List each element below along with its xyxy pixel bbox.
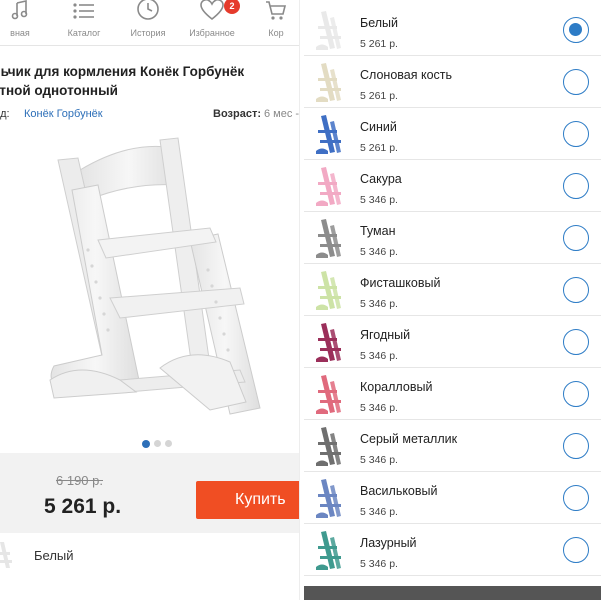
color-swatch-thumbnail: [314, 10, 344, 52]
color-option-row[interactable]: Васильковый 5 346 р.: [304, 472, 601, 524]
color-option-row[interactable]: Лазурный 5 346 р.: [304, 524, 601, 576]
color-option-radio[interactable]: [563, 329, 589, 355]
color-option-row[interactable]: Туман 5 346 р.: [304, 212, 601, 264]
color-option-name: Васильковый: [360, 484, 438, 498]
selected-color-label: Белый: [34, 548, 74, 563]
color-option-radio[interactable]: [563, 17, 589, 43]
music-note-icon: [6, 0, 34, 24]
color-option-price: 5 261 р.: [360, 142, 398, 154]
heart-icon: [198, 0, 226, 24]
color-option-price: 5 346 р.: [360, 350, 398, 362]
color-option-price: 5 346 р.: [360, 506, 398, 518]
gallery-dot[interactable]: [165, 440, 172, 447]
tab-cart[interactable]: Кор: [244, 0, 299, 46]
tab-catalog[interactable]: Каталог: [52, 0, 116, 46]
color-option-radio[interactable]: [563, 173, 589, 199]
current-price: 5 261 р.: [44, 495, 122, 518]
color-option-price: 5 346 р.: [360, 402, 398, 414]
color-option-name: Ягодный: [360, 328, 411, 342]
color-option-radio[interactable]: [563, 537, 589, 563]
history-clock-icon: [134, 0, 162, 24]
tab-label: Каталог: [67, 28, 101, 38]
color-option-price: 5 261 р.: [360, 38, 398, 50]
color-option-radio[interactable]: [563, 485, 589, 511]
color-option-name: Фисташковый: [360, 276, 441, 290]
color-option-price: 5 261 р.: [360, 90, 398, 102]
cart-icon: [262, 0, 290, 24]
old-price: 6 190 р.: [56, 473, 103, 488]
tab-label: История: [130, 28, 166, 38]
color-swatch-thumbnail: [314, 322, 344, 364]
favorites-count-badge: 2: [224, 0, 240, 14]
color-option-price: 5 346 р.: [360, 558, 398, 570]
age-value: 6 мес -: [264, 108, 299, 120]
color-option-radio[interactable]: [563, 433, 589, 459]
color-option-radio[interactable]: [563, 225, 589, 251]
product-title-line: льчик для кормления Конёк Горбунёк: [0, 64, 245, 79]
color-swatch-thumbnail: [314, 478, 344, 520]
tab-label: вная: [10, 28, 30, 38]
color-option-radio[interactable]: [563, 121, 589, 147]
color-swatch-thumbnail: [314, 270, 344, 312]
selected-color-thumbnail: [0, 540, 14, 570]
color-option-radio[interactable]: [563, 381, 589, 407]
buy-button[interactable]: Купить: [196, 481, 299, 519]
color-swatch-thumbnail: [314, 218, 344, 260]
color-option-price: 5 346 р.: [360, 298, 398, 310]
color-option-row[interactable]: Коралловый 5 346 р.: [304, 368, 601, 420]
color-option-name: Синий: [360, 120, 397, 134]
brand-link[interactable]: Конёк Горбунёк: [24, 108, 103, 120]
product-image[interactable]: [40, 130, 280, 435]
color-option-row[interactable]: Синий 5 261 р.: [304, 108, 601, 160]
tab-main[interactable]: вная: [0, 0, 52, 46]
color-swatch-thumbnail: [314, 374, 344, 416]
color-option-row[interactable]: Слоновая кость 5 261 р.: [304, 56, 601, 108]
age-label: Возраст:: [213, 108, 261, 120]
color-option-row[interactable]: Сакура 5 346 р.: [304, 160, 601, 212]
color-option-radio[interactable]: [563, 277, 589, 303]
color-option-row[interactable]: Серый металлик 5 346 р.: [304, 420, 601, 472]
bottom-tab-bar: вная Каталог История 2 Избранное Кор: [0, 0, 299, 46]
color-option-name: Лазурный: [360, 536, 417, 550]
color-option-name: Сакура: [360, 172, 402, 186]
catalog-list-icon: [70, 0, 98, 24]
color-option-name: Туман: [360, 224, 396, 238]
tab-favorites[interactable]: 2 Избранное: [180, 0, 244, 46]
product-title: льчик для кормления Конёк Горбунёк етной…: [0, 62, 299, 100]
color-option-row[interactable]: Фисташковый 5 346 р.: [304, 264, 601, 316]
color-swatch-thumbnail: [314, 166, 344, 208]
bottom-bar: [304, 586, 601, 600]
color-swatch-thumbnail: [314, 114, 344, 156]
color-option-radio[interactable]: [563, 69, 589, 95]
gallery-pagination[interactable]: [142, 439, 172, 448]
color-option-name: Серый металлик: [360, 432, 458, 446]
color-option-row[interactable]: Белый 5 261 р.: [304, 4, 601, 56]
tab-history[interactable]: История: [116, 0, 180, 46]
color-picker-panel: Белый 5 261 р. Слоновая кость 5 261 р. Синий…: [304, 0, 601, 600]
color-swatch-thumbnail: [314, 62, 344, 104]
gallery-dot-active[interactable]: [142, 439, 150, 448]
buy-bar: 6 190 р. 5 261 р. Купить: [0, 453, 299, 533]
selected-color-row[interactable]: Белый: [0, 540, 299, 572]
gallery-dot[interactable]: [154, 440, 161, 447]
color-option-price: 5 346 р.: [360, 454, 398, 466]
brand-label: нд:: [0, 108, 10, 120]
product-page-panel: вная Каталог История 2 Избранное Кор льч…: [0, 0, 299, 600]
color-swatch-thumbnail: [314, 426, 344, 468]
product-title-line: етной однотонный: [0, 83, 118, 98]
color-option-name: Белый: [360, 16, 399, 30]
tab-label: Избранное: [189, 28, 235, 38]
color-option-price: 5 346 р.: [360, 194, 398, 206]
color-option-price: 5 346 р.: [360, 246, 398, 258]
tab-label: Кор: [268, 28, 284, 38]
color-option-name: Слоновая кость: [360, 68, 453, 82]
color-option-name: Коралловый: [360, 380, 433, 394]
color-option-row[interactable]: Ягодный 5 346 р.: [304, 316, 601, 368]
color-swatch-thumbnail: [314, 530, 344, 572]
